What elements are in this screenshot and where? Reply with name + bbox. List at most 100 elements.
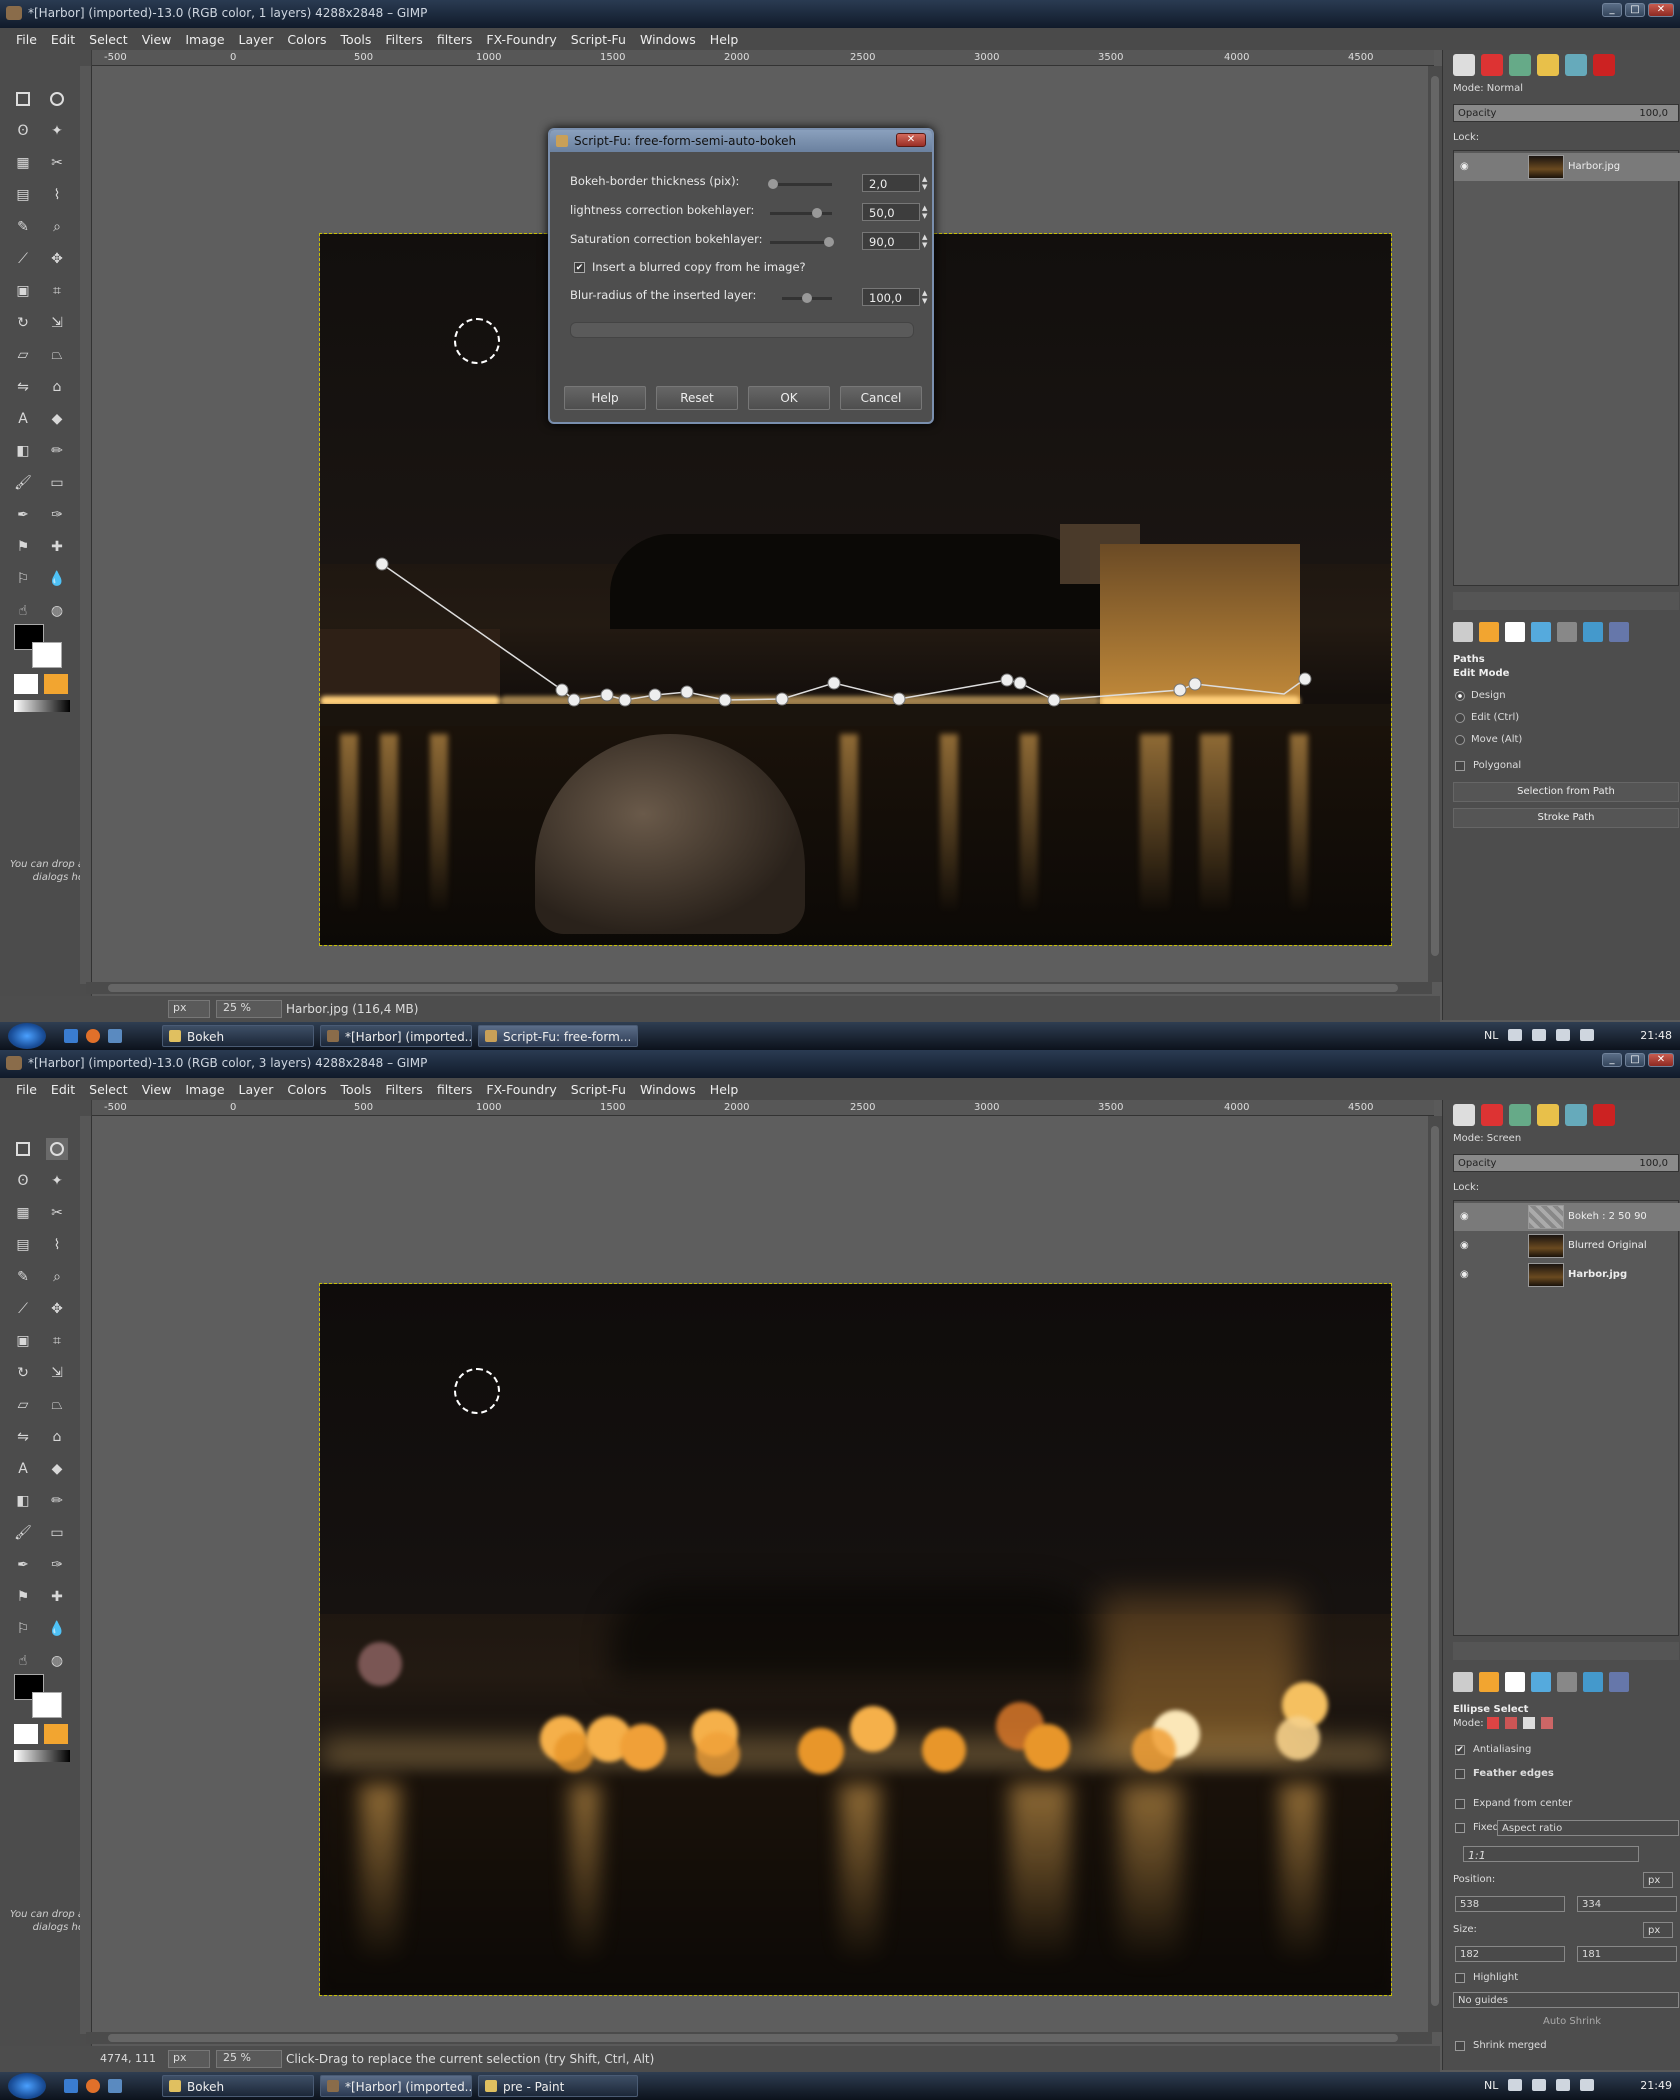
rotate-icon[interactable]: ↻ — [12, 312, 34, 334]
paths-icon[interactable]: ⌇ — [46, 1234, 68, 1256]
rect-select-icon[interactable] — [12, 1138, 34, 1160]
unit-select[interactable]: px — [168, 1000, 210, 1018]
network-icon[interactable] — [1508, 2079, 1522, 2091]
brushes-tab-icon[interactable] — [1531, 622, 1551, 642]
zoom-select[interactable]: 25 % — [216, 2050, 282, 2068]
gradients-tab-icon[interactable] — [1557, 622, 1577, 642]
airbrush-icon[interactable]: ✒ — [12, 1554, 34, 1576]
tool-options-tab-icon[interactable] — [1453, 1672, 1473, 1692]
channels-tab-icon[interactable] — [1481, 1104, 1503, 1126]
volume-icon[interactable] — [1580, 1029, 1594, 1041]
layer-mode[interactable]: Mode: Normal — [1443, 80, 1680, 98]
perspective-clone-icon[interactable]: ⚐ — [12, 568, 34, 590]
menu-select[interactable]: Select — [89, 32, 128, 47]
channels-tab-icon[interactable] — [1481, 54, 1503, 76]
eye-icon[interactable]: ◉ — [1460, 1211, 1469, 1222]
zoom-select[interactable]: 25 % — [216, 1000, 282, 1018]
patterns-tab-icon[interactable] — [1583, 1672, 1603, 1692]
intersect-mode-icon[interactable] — [1541, 1717, 1553, 1729]
color-select-icon[interactable]: ▦ — [12, 152, 34, 174]
border-thickness-input[interactable]: 2,0 — [862, 174, 920, 192]
fuzzy-select-icon[interactable]: ✦ — [46, 1170, 68, 1192]
warning-icon[interactable] — [1593, 54, 1615, 76]
lightness-slider[interactable] — [770, 208, 832, 218]
task-gimp-image[interactable]: *[Harbor] (imported... — [320, 1025, 472, 1047]
language-indicator[interactable]: NL — [1484, 1029, 1498, 1042]
pen-icon[interactable] — [1532, 2079, 1546, 2091]
cage-icon[interactable]: ⌂ — [46, 1426, 68, 1448]
menu-help[interactable]: Help — [710, 1082, 739, 1097]
fg-color-tab-icon[interactable] — [1479, 1672, 1499, 1692]
vertical-ruler[interactable] — [80, 1116, 92, 2034]
selection-from-path-button[interactable]: Selection from Path — [1453, 782, 1679, 802]
layer-mode[interactable]: Mode: Screen — [1443, 1130, 1680, 1148]
brush-pattern-swatches[interactable] — [14, 674, 70, 696]
menu-script-fu[interactable]: Script-Fu — [571, 1082, 626, 1097]
menu-filters-lower[interactable]: filters — [437, 32, 473, 47]
tool-options-tab-icon[interactable] — [1453, 622, 1473, 642]
radio-move[interactable]: Move (Alt) — [1455, 734, 1522, 745]
heal-icon[interactable]: ✚ — [46, 536, 68, 558]
ink-icon[interactable]: ✑ — [46, 1554, 68, 1576]
pen-icon[interactable] — [1532, 1029, 1546, 1041]
rect-select-icon[interactable] — [12, 88, 34, 110]
scissors-icon[interactable]: ✂ — [46, 1202, 68, 1224]
fg-color-tab-icon[interactable] — [1479, 622, 1499, 642]
start-button[interactable] — [8, 1023, 46, 1049]
subtract-mode-icon[interactable] — [1523, 1717, 1535, 1729]
expand-from-center-checkbox[interactable]: Expand from center — [1455, 1798, 1572, 1809]
window-titlebar[interactable]: *[Harbor] (imported)-13.0 (RGB color, 3 … — [0, 1050, 1680, 1078]
images-tab-icon[interactable] — [1565, 1104, 1587, 1126]
blur-radius-slider[interactable] — [782, 293, 832, 303]
clock[interactable]: 21:48 — [1640, 1029, 1672, 1042]
size-w-input[interactable]: 182 — [1455, 1946, 1565, 1962]
image-canvas[interactable] — [92, 1116, 1428, 2032]
align-icon[interactable]: ▣ — [12, 1330, 34, 1352]
guides-select[interactable]: No guides — [1453, 1992, 1679, 2008]
measure-icon[interactable]: ⟋ — [12, 1298, 34, 1320]
paths-tab-icon[interactable] — [1509, 54, 1531, 76]
heal-icon[interactable]: ✚ — [46, 1586, 68, 1608]
blurred-copy-checkbox[interactable]: ✔ Insert a blurred copy from he image? — [574, 260, 806, 274]
size-unit-select[interactable]: px — [1643, 1922, 1673, 1938]
fixed-mode-select[interactable]: Aspect ratio — [1497, 1820, 1679, 1836]
layer-row[interactable]: ◉ Blurred Original — [1454, 1232, 1680, 1260]
eraser-icon[interactable]: ▭ — [46, 1522, 68, 1544]
pencil-icon[interactable]: ✏ — [46, 1490, 68, 1512]
menu-select[interactable]: Select — [89, 1082, 128, 1097]
flip-icon[interactable]: ⇋ — [12, 1426, 34, 1448]
bg-color-tab-icon[interactable] — [1505, 622, 1525, 642]
ok-button[interactable]: OK — [748, 386, 830, 410]
show-desktop-icon[interactable] — [64, 2079, 78, 2093]
color-select-icon[interactable]: ▦ — [12, 1202, 34, 1224]
ellipse-select-icon[interactable] — [46, 88, 68, 110]
close-button[interactable]: ✕ — [1648, 1053, 1674, 1067]
position-unit-select[interactable]: px — [1643, 1872, 1673, 1888]
replace-mode-icon[interactable] — [1487, 1717, 1499, 1729]
maximize-button[interactable]: □ — [1625, 3, 1645, 17]
dialog-titlebar[interactable]: Script-Fu: free-form-semi-auto-bokeh ✕ — [550, 130, 932, 152]
warning-icon[interactable] — [1593, 1104, 1615, 1126]
perspective-clone-icon[interactable]: ⚐ — [12, 1618, 34, 1640]
close-button[interactable]: ✕ — [1648, 3, 1674, 17]
lasso-icon[interactable]: ʘ — [12, 1170, 34, 1192]
spinner-icon[interactable]: ▲ ▼ — [922, 204, 927, 220]
scale-icon[interactable]: ⇲ — [46, 312, 68, 334]
minimize-button[interactable]: _ — [1602, 1053, 1622, 1067]
fixed-checkbox[interactable]: Fixed: — [1455, 1822, 1502, 1833]
menu-filters[interactable]: Filters — [385, 1082, 422, 1097]
menu-fx-foundry[interactable]: FX-Foundry — [486, 1082, 556, 1097]
menu-view[interactable]: View — [142, 1082, 172, 1097]
patterns-tab-icon[interactable] — [1583, 622, 1603, 642]
move-icon[interactable]: ✥ — [46, 1298, 68, 1320]
bg-color-tab-icon[interactable] — [1505, 1672, 1525, 1692]
spinner-icon[interactable]: ▲ ▼ — [922, 233, 927, 249]
opacity-slider[interactable]: Opacity 100,0 — [1453, 104, 1679, 122]
menu-windows[interactable]: Windows — [640, 1082, 696, 1097]
shrink-merged-checkbox[interactable]: Shrink merged — [1455, 2040, 1547, 2051]
undo-tab-icon[interactable] — [1537, 1104, 1559, 1126]
eye-icon[interactable]: ◉ — [1460, 1240, 1469, 1251]
vertical-ruler[interactable] — [80, 66, 92, 984]
rotate-icon[interactable]: ↻ — [12, 1362, 34, 1384]
fonts-tab-icon[interactable] — [1609, 622, 1629, 642]
